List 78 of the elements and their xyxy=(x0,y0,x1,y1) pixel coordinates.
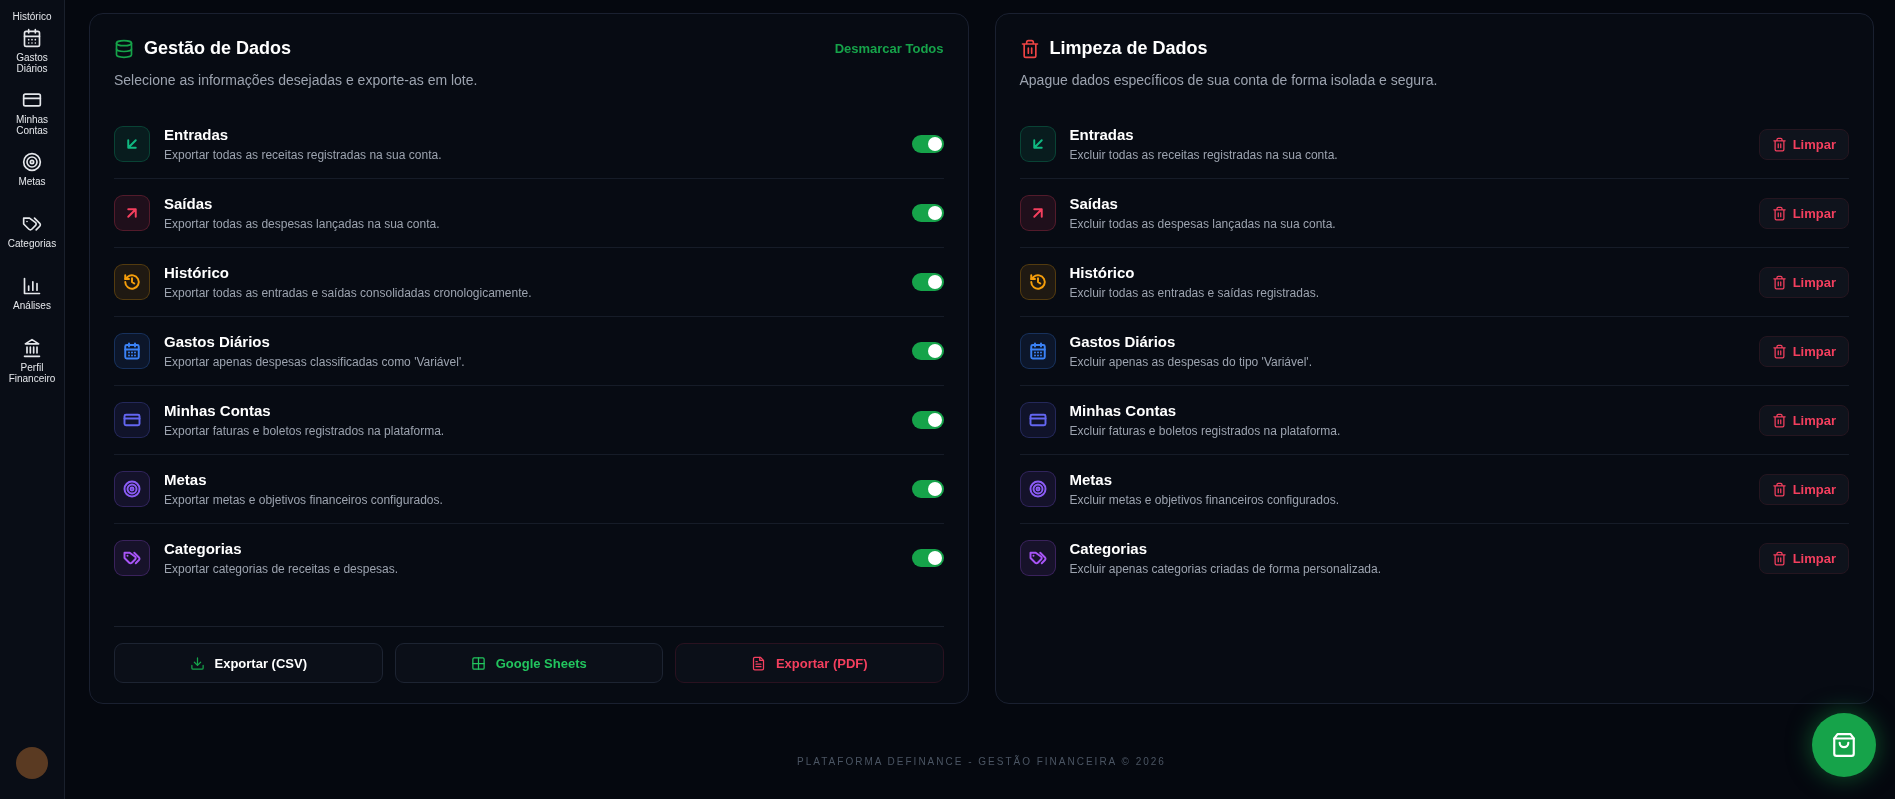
sidebar-item[interactable]: Categorias xyxy=(3,238,61,249)
item-description: Exportar todas as entradas e saídas consolidadas cronologicamente. xyxy=(164,286,532,300)
clear-button[interactable]: Limpar xyxy=(1758,473,1849,505)
trash-icon xyxy=(1771,412,1787,428)
sidebar-item[interactable]: Análises xyxy=(3,300,61,311)
target-icon xyxy=(22,152,42,172)
sidebar-item[interactable]: Perfil Financeiro xyxy=(3,362,61,384)
item-title: Metas xyxy=(1069,471,1114,488)
clear-button[interactable]: Limpar xyxy=(1758,197,1849,229)
item-title: Categorias xyxy=(164,540,243,557)
item-description: Excluir todas as despesas lançadas na sua conta. xyxy=(1069,217,1336,231)
item-title: Entradas xyxy=(164,126,230,143)
sidebar-item[interactable]: Metas xyxy=(3,176,61,187)
toggle-switch[interactable] xyxy=(911,549,944,567)
item-title: Gastos Diários xyxy=(1069,333,1177,350)
sidebar-item[interactable]: Minhas Contas xyxy=(3,114,61,136)
panel-subtitle: Apague dados específicos de sua conta de forma isolada e segura. xyxy=(1019,72,1439,88)
clear-button[interactable]: Limpar xyxy=(1758,266,1849,298)
item-title: Categorias xyxy=(1069,540,1149,557)
item-description: Excluir apenas as despesas do tipo 'Variável'. xyxy=(1069,355,1312,369)
toggle-switch[interactable] xyxy=(911,411,944,429)
item-title: Minhas Contas xyxy=(1069,402,1178,419)
download-icon xyxy=(189,655,205,671)
sidebar-item[interactable]: Gastos Diários xyxy=(3,52,61,74)
toggle-switch[interactable] xyxy=(911,273,944,291)
trash-icon xyxy=(1771,205,1787,221)
trash-icon xyxy=(1771,136,1787,152)
item-description: Excluir todas as receitas registradas na sua conta. xyxy=(1069,148,1338,162)
item-description: Excluir apenas categorias criadas de forma personalizada. xyxy=(1069,562,1381,576)
item-description: Exportar apenas despesas classificadas como 'Variável'. xyxy=(164,355,465,369)
trash-icon xyxy=(1771,343,1787,359)
trash-icon xyxy=(1771,481,1787,497)
toggle-switch[interactable] xyxy=(911,204,944,222)
credit-card-icon xyxy=(22,90,42,110)
item-description: Exportar faturas e boletos registrados na plataforma. xyxy=(164,424,445,438)
bank-icon xyxy=(22,338,42,358)
clear-button[interactable]: Limpar xyxy=(1758,335,1849,367)
export-button[interactable]: Exportar (CSV) xyxy=(114,643,383,683)
item-title: Histórico xyxy=(1069,264,1136,281)
panel-title: Gestão de Dados xyxy=(144,38,292,59)
item-title: Saídas xyxy=(164,195,214,212)
grid-icon xyxy=(470,655,486,671)
tags-icon xyxy=(22,214,42,234)
item-description: Exportar todas as receitas registradas na sua conta. xyxy=(164,148,442,162)
item-title: Metas xyxy=(164,471,208,488)
item-title: Gastos Diários xyxy=(164,333,271,350)
toggle-switch[interactable] xyxy=(911,135,944,153)
shopping-bag-icon xyxy=(1831,732,1857,758)
item-description: Excluir faturas e boletos registrados na plataforma. xyxy=(1069,424,1341,438)
export-button[interactable]: Google Sheets xyxy=(394,643,663,683)
toggle-switch[interactable] xyxy=(911,342,944,360)
deselect-all-link[interactable]: Desmarcar Todos xyxy=(834,41,944,56)
item-description: Excluir metas e objetivos financeiros configurados. xyxy=(1069,493,1339,507)
footer-text: PLATAFORMA DEFINANCE - GESTÃO FINANCEIRA © 2026 xyxy=(796,756,1167,767)
item-title: Histórico xyxy=(164,264,230,281)
item-title: Minhas Contas xyxy=(164,402,272,419)
document-icon xyxy=(750,655,766,671)
export-button[interactable]: Exportar (PDF) xyxy=(675,643,944,683)
toggle-switch[interactable] xyxy=(911,480,944,498)
panel-subtitle: Selecione as informações desejadas e exporte-as em lote. xyxy=(114,72,479,88)
bar-chart-icon xyxy=(22,276,42,296)
clear-button[interactable]: Limpar xyxy=(1758,404,1849,436)
trash-icon xyxy=(1771,550,1787,566)
item-description: Exportar todas as despesas lançadas na sua conta. xyxy=(164,217,440,231)
calendar-icon xyxy=(22,28,42,48)
clear-button[interactable]: Limpar xyxy=(1758,128,1849,160)
trash-icon xyxy=(1019,38,1040,59)
item-description: Exportar categorias de receitas e despesas. xyxy=(164,562,399,576)
item-title: Entradas xyxy=(1069,126,1135,143)
item-description: Excluir todas as entradas e saídas registradas. xyxy=(1069,286,1319,300)
item-title: Saídas xyxy=(1069,195,1119,212)
trash-icon xyxy=(1771,274,1787,290)
sidebar-item[interactable]: Histórico xyxy=(3,11,61,22)
clear-button[interactable]: Limpar xyxy=(1758,542,1849,574)
panel-title: Limpeza de Dados xyxy=(1049,38,1208,59)
database-icon xyxy=(114,38,134,59)
cart-button[interactable] xyxy=(1812,713,1876,777)
item-description: Exportar metas e objetivos financeiros configurados. xyxy=(164,493,443,507)
